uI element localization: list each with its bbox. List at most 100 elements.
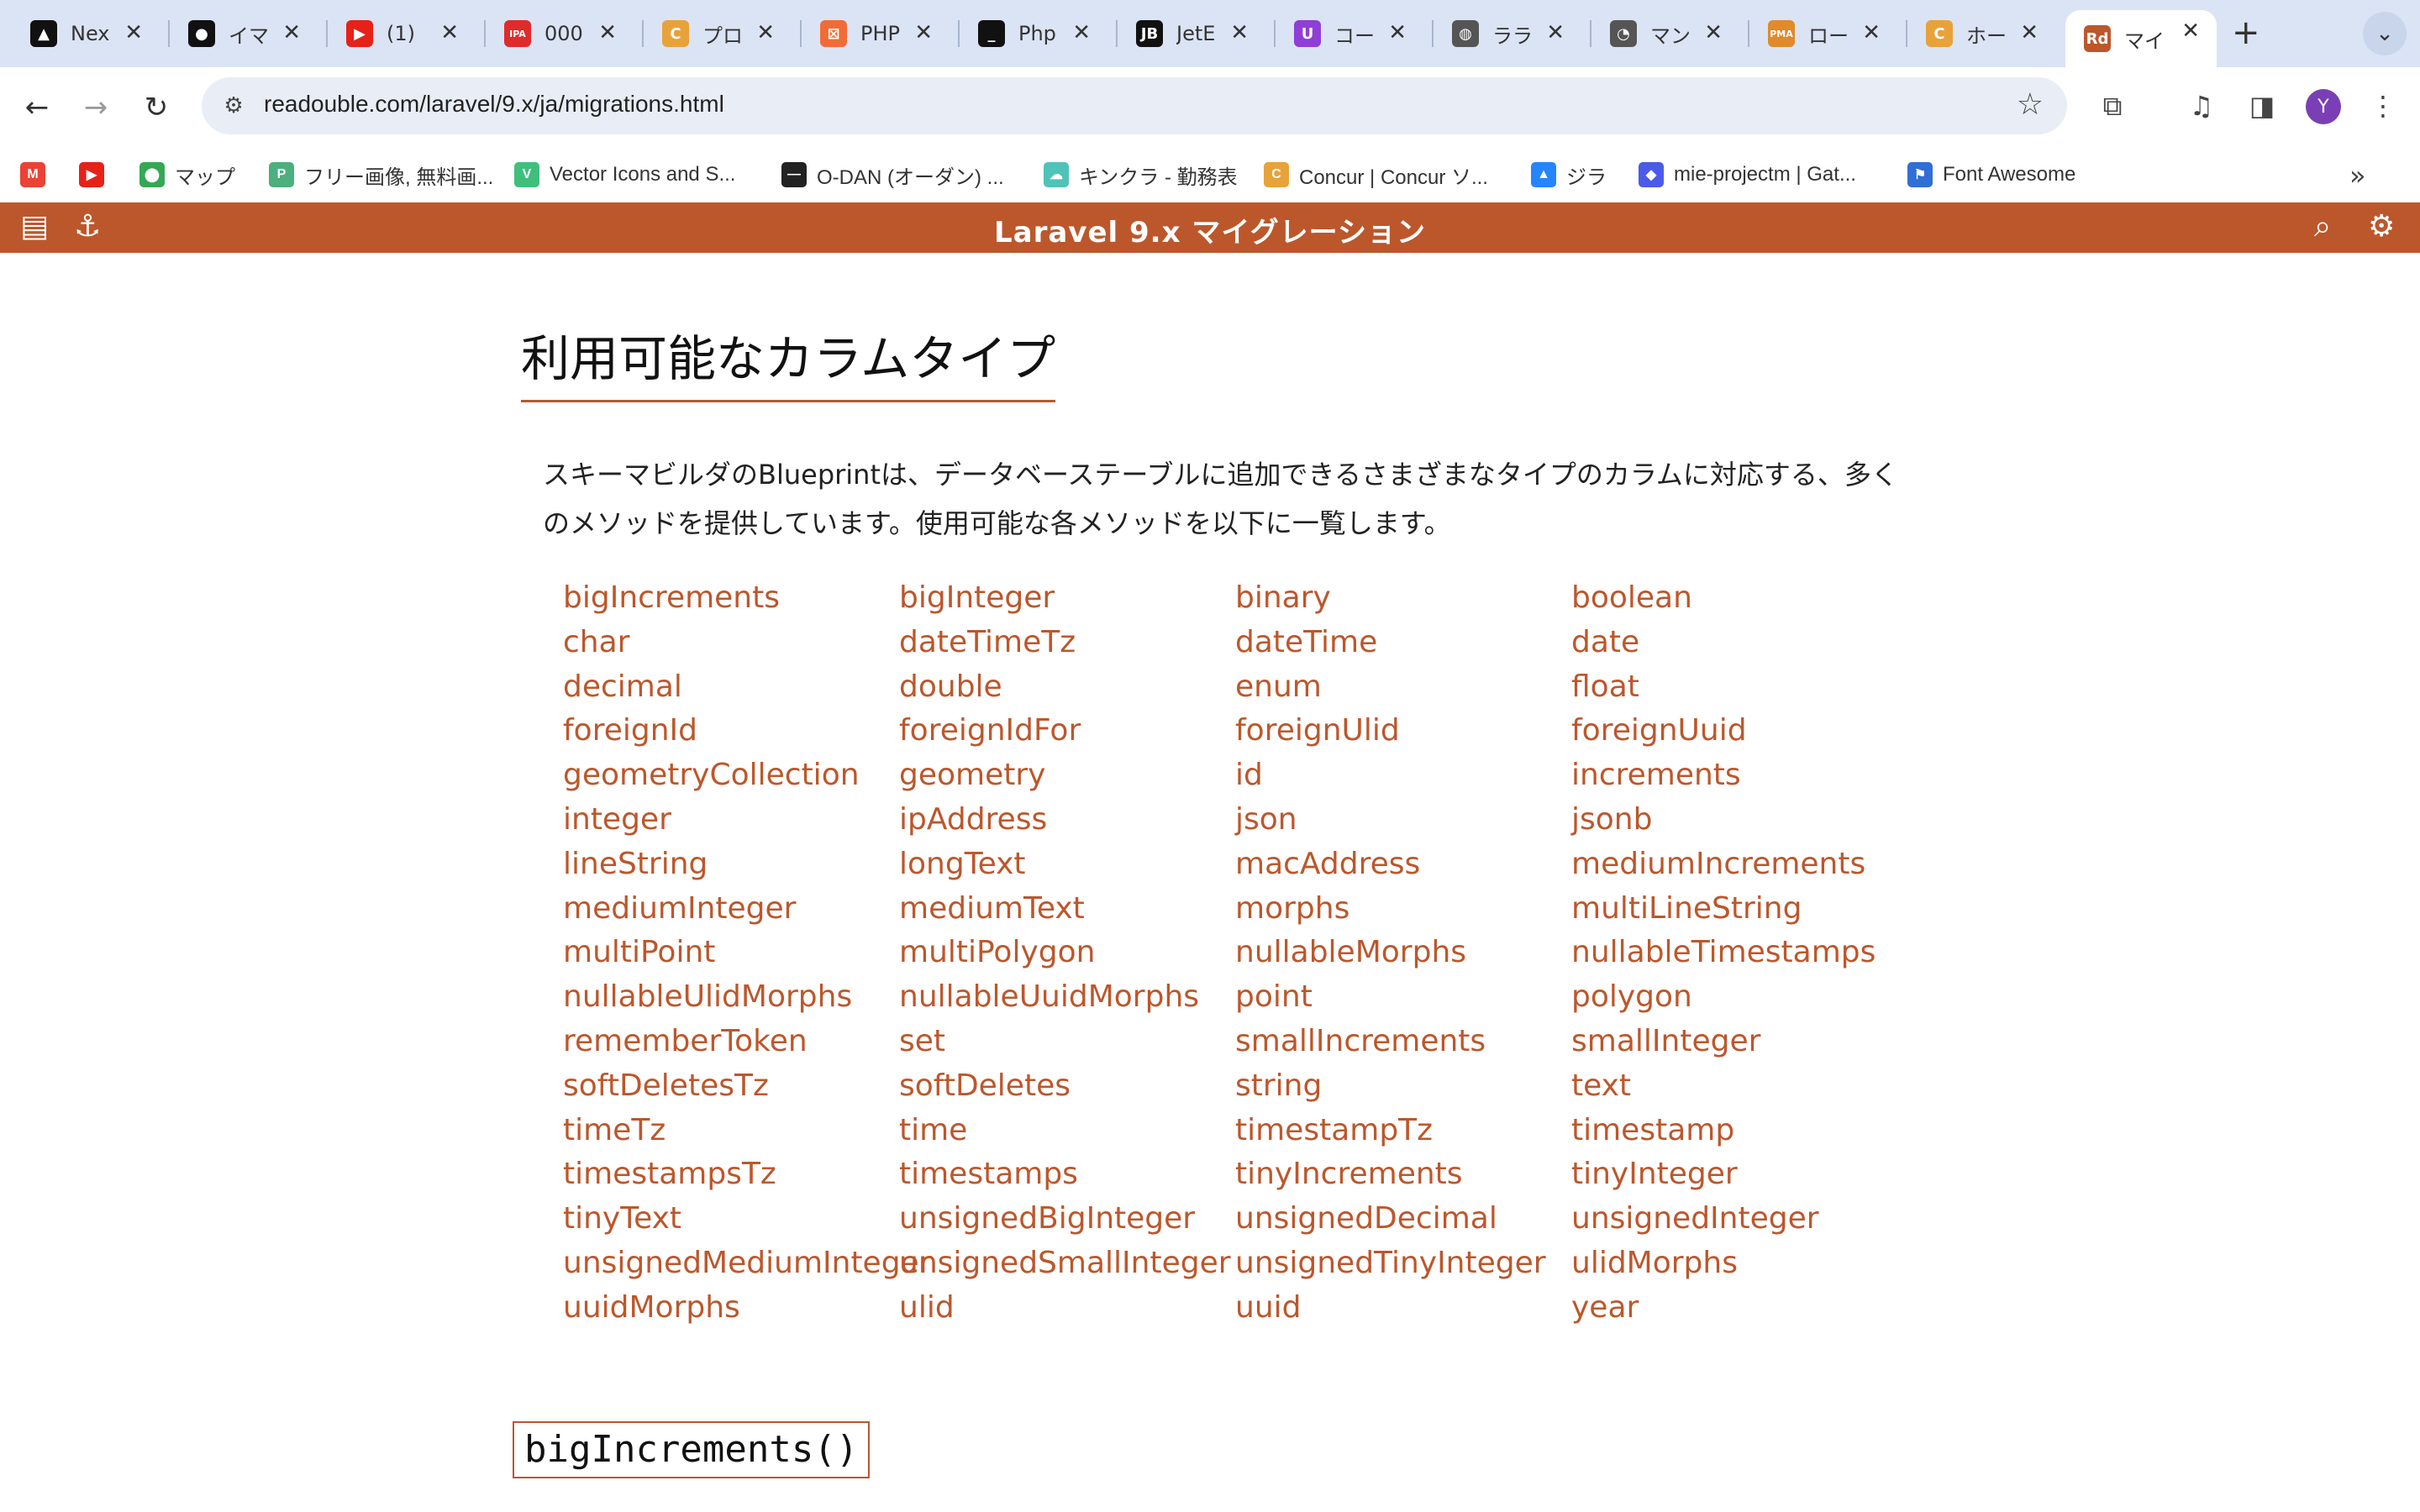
browser-tab[interactable]: ⊠ PHP ✕	[802, 12, 950, 55]
column-type-link[interactable]: nullableTimestamps	[1571, 931, 1907, 975]
bookmark-item[interactable]: ☁ キンクラ - 勤務表	[1044, 158, 1238, 192]
column-type-link[interactable]: nullableUuidMorphs	[899, 975, 1235, 1020]
close-icon[interactable]: ✕	[2181, 18, 2200, 44]
column-type-link[interactable]: unsignedSmallInteger	[899, 1242, 1235, 1286]
browser-tab[interactable]: C プロ ✕	[644, 12, 792, 55]
column-type-link[interactable]: timestampTz	[1235, 1109, 1571, 1153]
column-type-link[interactable]: timestamp	[1571, 1109, 1907, 1153]
column-type-link[interactable]: string	[1235, 1064, 1571, 1109]
column-type-link[interactable]: unsignedInteger	[1571, 1197, 1907, 1242]
column-type-link[interactable]: foreignUlid	[1235, 709, 1571, 753]
column-type-link[interactable]: set	[899, 1020, 1235, 1064]
address-bar[interactable]: ⚙ readouble.com/laravel/9.x/ja/migration…	[202, 77, 2067, 134]
column-type-link[interactable]: polygon	[1571, 975, 1907, 1020]
browser-tab[interactable]: ● イマ ✕	[170, 12, 318, 55]
close-icon[interactable]: ✕	[756, 20, 775, 45]
column-type-link[interactable]: unsignedTinyInteger	[1235, 1242, 1571, 1286]
column-type-link[interactable]: multiPoint	[563, 931, 899, 975]
browser-tab[interactable]: PMA ロー ✕	[1749, 12, 1897, 55]
media-controls-icon[interactable]: ♫	[2178, 82, 2225, 129]
browser-tab[interactable]: ▶ (1) ✕	[328, 12, 476, 55]
close-icon[interactable]: ✕	[598, 20, 617, 45]
profile-avatar[interactable]: Y	[2306, 89, 2341, 124]
browser-tab[interactable]: ◔ マン ✕	[1591, 12, 1739, 55]
column-type-link[interactable]: tinyText	[563, 1197, 899, 1242]
close-icon[interactable]: ✕	[282, 20, 301, 45]
column-type-link[interactable]: multiLineString	[1571, 887, 1907, 932]
column-type-link[interactable]: char	[563, 621, 899, 665]
column-type-link[interactable]: morphs	[1235, 887, 1571, 932]
column-type-link[interactable]: integer	[563, 798, 899, 843]
column-type-link[interactable]: bigInteger	[899, 576, 1235, 621]
reload-button[interactable]: ↻	[133, 84, 180, 131]
column-type-link[interactable]: point	[1235, 975, 1571, 1020]
bookmark-item[interactable]: — O-DAN (オーダン) ...	[781, 158, 1004, 192]
close-icon[interactable]: ✕	[914, 20, 933, 45]
column-type-link[interactable]: dateTime	[1235, 621, 1571, 665]
column-type-link[interactable]: enum	[1235, 665, 1571, 710]
forward-button[interactable]: →	[72, 84, 119, 131]
side-panel-icon[interactable]: ◨	[2238, 82, 2286, 129]
close-icon[interactable]: ✕	[124, 20, 143, 45]
close-icon[interactable]: ✕	[1546, 20, 1565, 45]
browser-tab[interactable]: Rd マイ ✕	[2065, 10, 2217, 67]
bookmark-item[interactable]: V Vector Icons and S...	[514, 158, 735, 192]
bookmark-item[interactable]: ▶	[79, 158, 114, 192]
column-type-link[interactable]: tinyIncrements	[1235, 1152, 1571, 1197]
column-type-link[interactable]: unsignedBigInteger	[899, 1197, 1235, 1242]
column-type-link[interactable]: mediumText	[899, 887, 1235, 932]
column-type-link[interactable]: macAddress	[1235, 843, 1571, 887]
column-type-link[interactable]: foreignIdFor	[899, 709, 1235, 753]
browser-tab[interactable]: C ホー ✕	[1907, 12, 2055, 55]
bookmark-item[interactable]: ▲ ジラ	[1531, 158, 1607, 192]
column-type-link[interactable]: binary	[1235, 576, 1571, 621]
column-type-link[interactable]: year	[1571, 1286, 1907, 1331]
column-type-link[interactable]: rememberToken	[563, 1020, 899, 1064]
column-type-link[interactable]: boolean	[1571, 576, 1907, 621]
column-type-link[interactable]: jsonb	[1571, 798, 1907, 843]
column-type-link[interactable]: mediumIncrements	[1571, 843, 1907, 887]
column-type-link[interactable]: uuid	[1235, 1286, 1571, 1331]
column-type-link[interactable]: dateTimeTz	[899, 621, 1235, 665]
bookmark-item[interactable]: P フリー画像, 無料画...	[269, 158, 493, 192]
bookmark-item[interactable]: ◆ mie-projectm | Gat...	[1639, 158, 1856, 192]
browser-tab[interactable]: IPA 000 ✕	[486, 12, 634, 55]
back-button[interactable]: ←	[13, 84, 60, 131]
column-type-link[interactable]: timeTz	[563, 1109, 899, 1153]
close-icon[interactable]: ✕	[1072, 20, 1091, 45]
column-type-link[interactable]: smallInteger	[1571, 1020, 1907, 1064]
bookmarks-overflow-icon[interactable]: »	[2349, 160, 2366, 192]
browser-tab[interactable]: _ Php ✕	[960, 12, 1107, 55]
column-type-link[interactable]: nullableUlidMorphs	[563, 975, 899, 1020]
column-type-link[interactable]: date	[1571, 621, 1907, 665]
browser-tab[interactable]: ▲ Nex ✕	[12, 12, 160, 55]
column-type-link[interactable]: timestamps	[899, 1152, 1235, 1197]
column-type-link[interactable]: geometry	[899, 753, 1235, 798]
column-type-link[interactable]: longText	[899, 843, 1235, 887]
column-type-link[interactable]: decimal	[563, 665, 899, 710]
column-type-link[interactable]: ipAddress	[899, 798, 1235, 843]
bookmark-star-icon[interactable]: ☆	[2017, 87, 2044, 122]
column-type-link[interactable]: multiPolygon	[899, 931, 1235, 975]
close-icon[interactable]: ✕	[440, 20, 459, 45]
column-type-link[interactable]: id	[1235, 753, 1571, 798]
column-type-link[interactable]: softDeletes	[899, 1064, 1235, 1109]
new-tab-button[interactable]: +	[2232, 13, 2260, 52]
column-type-link[interactable]: foreignId	[563, 709, 899, 753]
gear-icon[interactable]: ⚙	[2368, 209, 2395, 244]
column-type-link[interactable]: ulid	[899, 1286, 1235, 1331]
column-type-link[interactable]: softDeletesTz	[563, 1064, 899, 1109]
browser-tab[interactable]: ◍ ララ ✕	[1434, 12, 1581, 55]
bookmark-item[interactable]: ⚑ Font Awesome	[1907, 158, 2075, 192]
column-type-link[interactable]: increments	[1571, 753, 1907, 798]
browser-tab[interactable]: JB JetE ✕	[1118, 12, 1265, 55]
column-type-link[interactable]: unsignedDecimal	[1235, 1197, 1571, 1242]
column-type-link[interactable]: unsignedMediumInteger	[563, 1242, 932, 1286]
column-type-link[interactable]: uuidMorphs	[563, 1286, 899, 1331]
column-type-link[interactable]: tinyInteger	[1571, 1152, 1907, 1197]
column-type-link[interactable]: ulidMorphs	[1571, 1242, 1907, 1286]
column-type-link[interactable]: nullableMorphs	[1235, 931, 1571, 975]
column-type-link[interactable]: mediumInteger	[563, 887, 899, 932]
column-type-link[interactable]: geometryCollection	[563, 753, 899, 798]
close-icon[interactable]: ✕	[1230, 20, 1249, 45]
